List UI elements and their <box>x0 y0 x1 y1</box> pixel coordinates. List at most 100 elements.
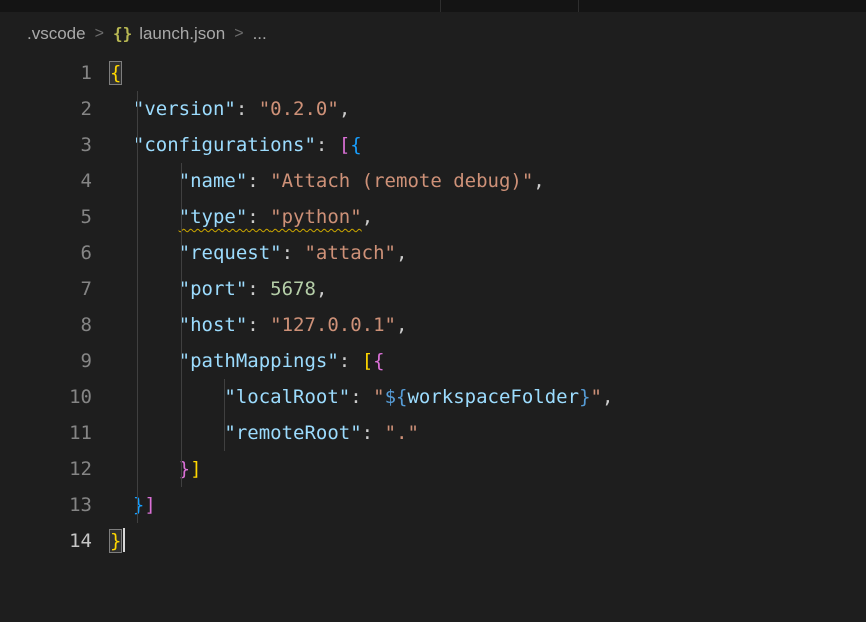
code-token: " <box>373 386 384 408</box>
code-token: { <box>373 350 384 372</box>
code-line[interactable]: 11 "remoteRoot": "." <box>0 415 866 451</box>
indent-guide <box>137 91 138 523</box>
code-token: , <box>396 242 407 264</box>
code-line[interactable]: 3 "configurations": [{ <box>0 127 866 163</box>
line-number: 11 <box>0 415 110 451</box>
code-line[interactable]: 7 "port": 5678, <box>0 271 866 307</box>
code-text: "host": "127.0.0.1", <box>110 314 407 336</box>
code-token: } <box>579 386 590 408</box>
code-token: , <box>362 206 373 228</box>
code-editor[interactable]: 1{2 "version": "0.2.0",3 "configurations… <box>0 55 866 622</box>
code-token <box>110 170 179 192</box>
code-token: : <box>316 134 339 156</box>
line-number: 8 <box>0 307 110 343</box>
code-line[interactable]: 1{ <box>0 55 866 91</box>
code-token: "type" <box>179 206 248 228</box>
code-text: "port": 5678, <box>110 278 327 300</box>
code-token: : <box>282 242 305 264</box>
code-token: ] <box>144 494 155 516</box>
code-text: "remoteRoot": "." <box>110 422 419 444</box>
code-token: "port" <box>179 278 248 300</box>
code-text: "request": "attach", <box>110 242 407 264</box>
code-line[interactable]: 4 "name": "Attach (remote debug)", <box>0 163 866 199</box>
line-number: 9 <box>0 343 110 379</box>
code-token: { <box>350 134 361 156</box>
code-token: "host" <box>179 314 248 336</box>
text-cursor <box>123 528 125 552</box>
code-token: { <box>110 62 121 84</box>
code-token: "version" <box>133 98 236 120</box>
code-line[interactable]: 9 "pathMappings": [{ <box>0 343 866 379</box>
breadcrumb: .vscode > {} launch.json > ... <box>0 12 866 55</box>
code-text: "configurations": [{ <box>110 134 362 156</box>
tab-separator <box>578 0 579 12</box>
code-token <box>110 494 133 516</box>
code-line[interactable]: 8 "host": "127.0.0.1", <box>0 307 866 343</box>
code-token: : <box>247 206 270 228</box>
breadcrumb-folder[interactable]: .vscode <box>27 24 86 44</box>
code-token: , <box>533 170 544 192</box>
code-token <box>110 314 179 336</box>
code-token: 5678 <box>270 278 316 300</box>
code-line[interactable]: 10 "localRoot": "${workspaceFolder}", <box>0 379 866 415</box>
code-line[interactable]: 6 "request": "attach", <box>0 235 866 271</box>
line-number: 6 <box>0 235 110 271</box>
line-number: 5 <box>0 199 110 235</box>
code-token: "127.0.0.1" <box>270 314 396 336</box>
chevron-right-icon: > <box>95 25 104 43</box>
line-number: 3 <box>0 127 110 163</box>
code-token: , <box>602 386 613 408</box>
code-token: "name" <box>179 170 248 192</box>
code-token: "configurations" <box>133 134 316 156</box>
code-line[interactable]: 13 }] <box>0 487 866 523</box>
code-text: }] <box>110 458 202 480</box>
code-token <box>110 134 133 156</box>
code-token: [ <box>362 350 373 372</box>
line-number: 13 <box>0 487 110 523</box>
code-token: , <box>316 278 327 300</box>
code-token: : <box>247 278 270 300</box>
code-token: "remoteRoot" <box>224 422 361 444</box>
code-token: ${ <box>385 386 408 408</box>
code-text: "type": "python", <box>110 206 373 228</box>
line-number: 1 <box>0 55 110 91</box>
code-text: } <box>110 530 125 552</box>
indent-guide <box>224 379 225 451</box>
code-token <box>110 422 224 444</box>
line-number: 14 <box>0 523 110 559</box>
code-token: : <box>247 170 270 192</box>
line-number: 7 <box>0 271 110 307</box>
code-token: "request" <box>179 242 282 264</box>
code-token <box>110 386 224 408</box>
code-line[interactable]: 5 "type": "python", <box>0 199 866 235</box>
breadcrumb-file[interactable]: launch.json <box>139 24 225 44</box>
code-token: workspaceFolder <box>407 386 579 408</box>
code-token: } <box>110 530 121 552</box>
code-token <box>110 206 179 228</box>
code-token: "Attach (remote debug)" <box>270 170 533 192</box>
code-text: "pathMappings": [{ <box>110 350 385 372</box>
code-token: : <box>247 314 270 336</box>
line-number: 2 <box>0 91 110 127</box>
code-token: "pathMappings" <box>179 350 339 372</box>
code-line[interactable]: 2 "version": "0.2.0", <box>0 91 866 127</box>
code-token: , <box>339 98 350 120</box>
tab-bar <box>0 0 866 12</box>
tab-separator <box>440 0 441 12</box>
code-token: "0.2.0" <box>259 98 339 120</box>
code-token: : <box>236 98 259 120</box>
chevron-right-icon: > <box>234 25 243 43</box>
code-line[interactable]: 12 }] <box>0 451 866 487</box>
code-text: }] <box>110 494 156 516</box>
code-text: { <box>110 62 121 84</box>
code-token: : <box>350 386 373 408</box>
code-token <box>110 98 133 120</box>
code-token <box>110 458 179 480</box>
code-token: [ <box>339 134 350 156</box>
line-number: 12 <box>0 451 110 487</box>
code-line[interactable]: 14} <box>0 523 866 559</box>
code-token <box>110 242 179 264</box>
breadcrumb-more[interactable]: ... <box>253 24 267 44</box>
code-token: : <box>339 350 362 372</box>
code-token: : <box>362 422 385 444</box>
